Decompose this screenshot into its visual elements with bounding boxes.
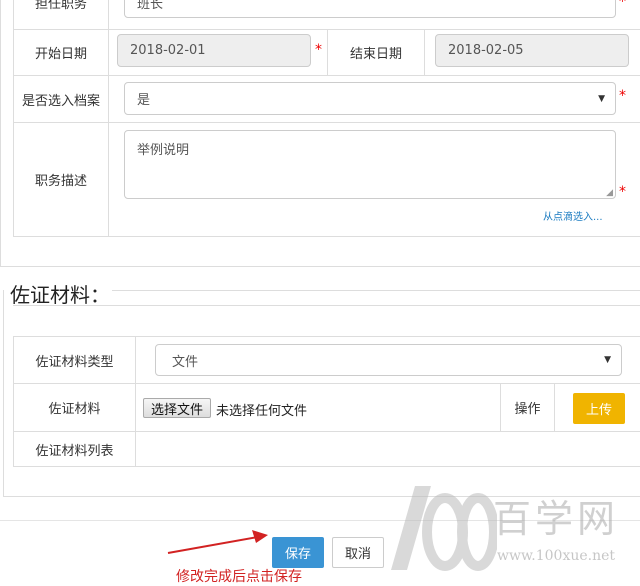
watermark-logo: 百学网 www.100xue.net — [385, 478, 635, 582]
annotation-text: 修改完成后点击保存 — [176, 569, 302, 585]
description-required: * — [619, 184, 626, 200]
evidence-list-label: 佐证材料列表 — [35, 443, 114, 459]
end-date-label: 结束日期 — [349, 47, 402, 62]
archive-value: 是 — [137, 93, 151, 108]
choose-file-button[interactable]: 选择文件 — [143, 398, 211, 418]
start-date-value: 2018-02-01 — [130, 43, 206, 58]
watermark-url: www.100xue.net — [497, 548, 616, 564]
chevron-down-icon: ▼ — [604, 355, 611, 365]
cancel-button[interactable]: 取消 — [332, 537, 384, 568]
description-value: 举例说明 — [137, 143, 190, 158]
upload-button[interactable]: 上传 — [573, 393, 625, 424]
description-textarea[interactable]: 举例说明 ◢ — [124, 130, 616, 199]
end-date-input[interactable]: 2018-02-05 — [435, 34, 629, 67]
archive-label: 是否选入档案 — [21, 93, 100, 109]
resize-handle-icon[interactable]: ◢ — [606, 188, 613, 198]
watermark-100-icon — [391, 486, 497, 571]
description-label: 职务描述 — [34, 174, 87, 189]
position-required: * — [619, 0, 626, 10]
operation-label: 操作 — [514, 402, 541, 417]
save-button[interactable]: 保存 — [272, 537, 324, 568]
position-input[interactable]: 班长 — [124, 0, 616, 18]
evidence-section-title: 佐证材料： — [8, 279, 112, 308]
no-file-text: 未选择任何文件 — [216, 404, 308, 419]
start-date-required: * — [315, 42, 322, 58]
evidence-type-select[interactable]: 文件 ▼ — [155, 344, 622, 376]
select-from-moments-link[interactable]: 从点滴选入... — [543, 208, 603, 223]
archive-required: * — [619, 88, 626, 104]
position-label: 担任职务 — [34, 0, 87, 12]
evidence-material-label: 佐证材料 — [48, 402, 101, 417]
start-date-label: 开始日期 — [34, 47, 87, 62]
evidence-type-value: 文件 — [172, 354, 199, 370]
position-value: 班长 — [137, 0, 164, 12]
evidence-type-label: 佐证材料类型 — [35, 354, 114, 370]
archive-select[interactable]: 是 ▼ — [124, 82, 616, 115]
start-date-input[interactable]: 2018-02-01 — [117, 34, 311, 67]
end-date-value: 2018-02-05 — [448, 43, 524, 58]
chevron-down-icon: ▼ — [598, 93, 605, 104]
